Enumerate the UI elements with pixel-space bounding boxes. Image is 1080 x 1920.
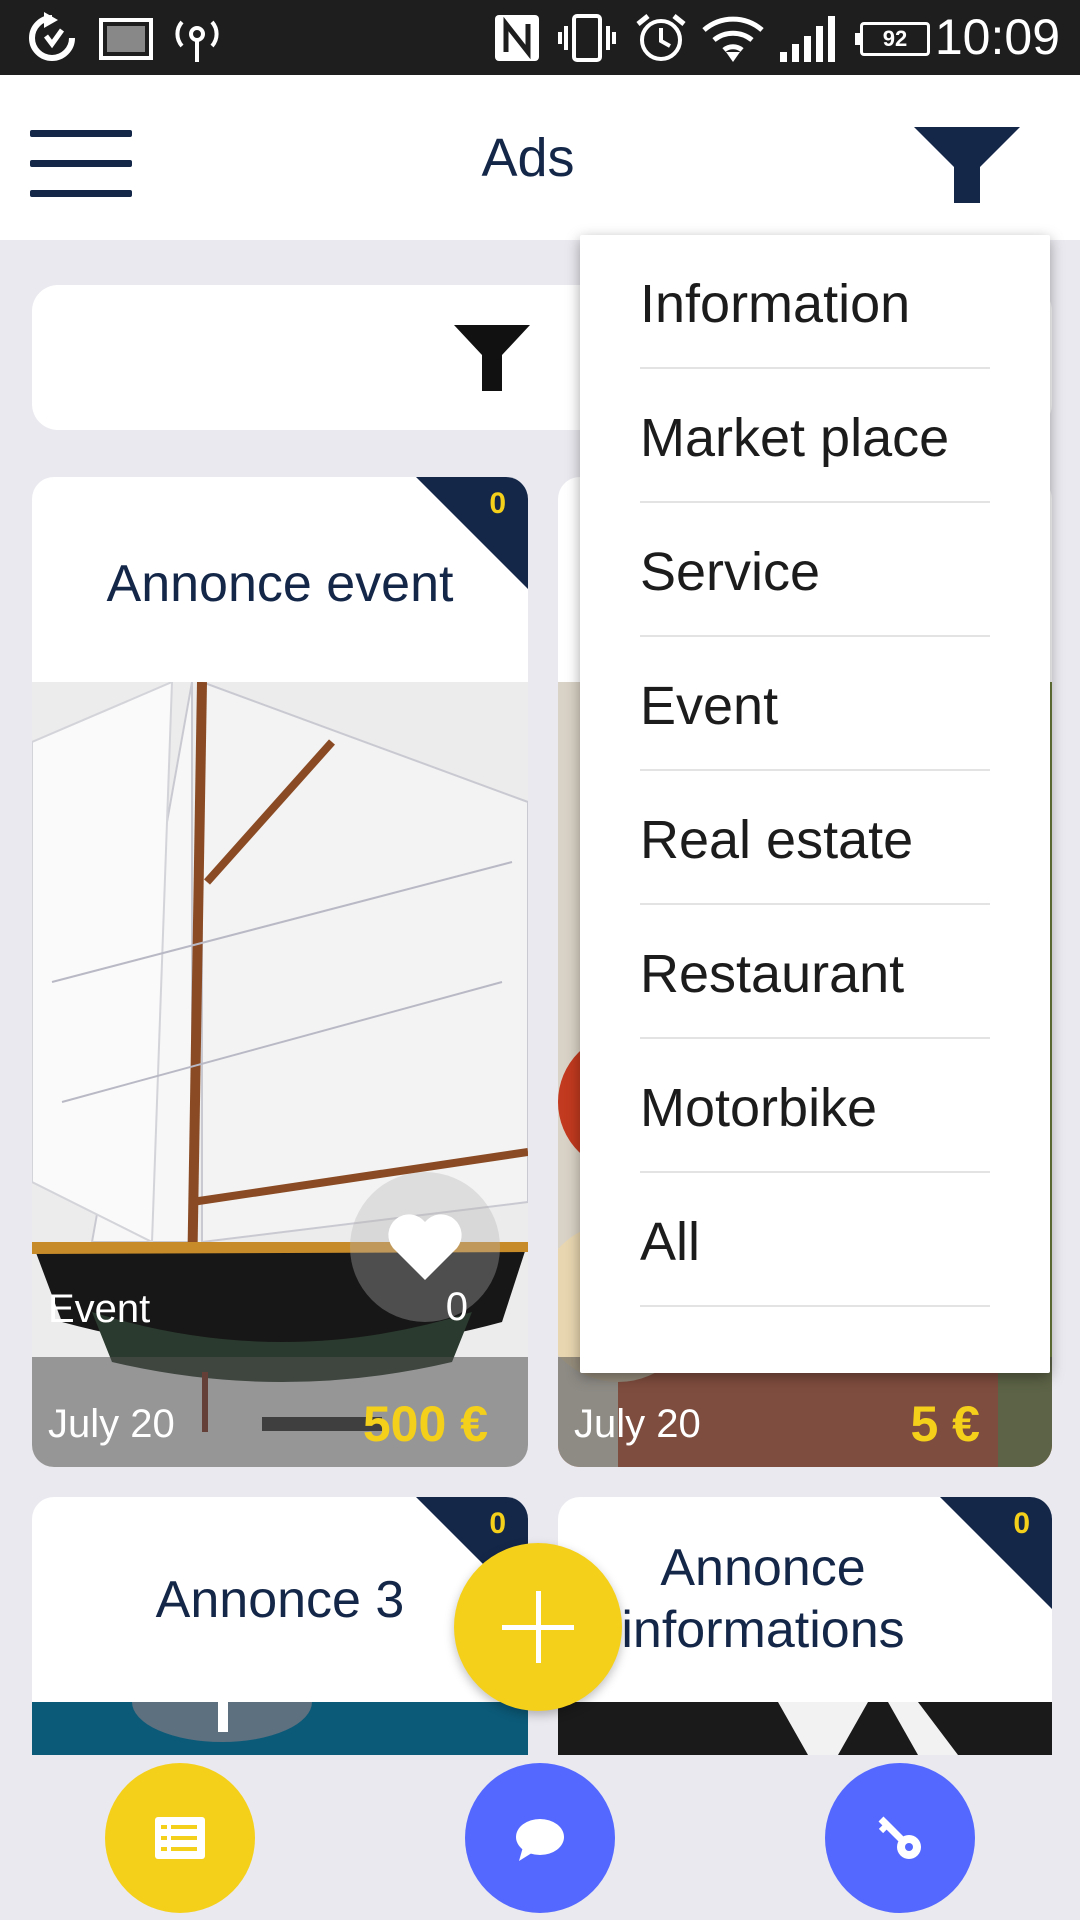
ad-count: 0 <box>489 487 506 520</box>
add-ad-button[interactable] <box>454 1543 622 1711</box>
sync-icon <box>29 12 75 61</box>
menu-item-label: Information <box>640 274 911 334</box>
battery-icon: 92 <box>855 22 930 56</box>
menu-item-label: Service <box>640 542 821 602</box>
battery-level: 92 <box>882 26 908 51</box>
category-label: Event <box>48 1287 151 1331</box>
menu-item-service[interactable]: Service <box>640 503 990 637</box>
vibrate-icon <box>558 14 616 62</box>
list-icon <box>155 1817 205 1859</box>
hotspot-icon <box>175 20 219 62</box>
ad-price: 5 € <box>910 1396 980 1452</box>
corner-badge <box>940 1497 1052 1609</box>
menu-item-real-estate[interactable]: Real estate <box>640 771 990 905</box>
like-count: 0 <box>445 1285 468 1329</box>
card-image <box>558 1702 1052 1755</box>
ad-price: 500 € <box>362 1396 488 1452</box>
ad-date: July 20 <box>48 1402 175 1446</box>
nav-list-button[interactable] <box>105 1763 255 1913</box>
sailboat-image <box>32 682 528 1467</box>
menu-item-motorbike[interactable]: Motorbike <box>640 1039 990 1173</box>
card-image <box>32 1702 528 1755</box>
menu-item-information[interactable]: Information <box>640 235 990 369</box>
menu-item-label: Restaurant <box>640 944 905 1004</box>
status-bar: 92 10:09 <box>0 0 1080 75</box>
menu-item-event[interactable]: Event <box>640 637 990 771</box>
like-button[interactable] <box>350 1172 500 1322</box>
menu-item-label: Event <box>640 676 779 736</box>
ad-count: 0 <box>489 1507 506 1540</box>
nav-chat-button[interactable] <box>465 1763 615 1913</box>
app-bar: Ads <box>0 75 1080 240</box>
ad-card[interactable]: Annonce informations 0 <box>558 1497 1052 1755</box>
heart-icon <box>388 1214 462 1280</box>
page-title: Ads <box>481 128 575 188</box>
funnel-icon[interactable] <box>912 125 1022 205</box>
ad-date: July 20 <box>574 1402 701 1446</box>
alarm-icon <box>636 14 686 61</box>
chat-icon <box>516 1819 564 1861</box>
category-dropdown-menu: Information Market place Service Event R… <box>580 235 1050 1373</box>
menu-item-all[interactable]: All <box>640 1173 990 1307</box>
signal-icon <box>780 16 835 62</box>
menu-item-label: All <box>640 1212 701 1272</box>
menu-item-market-place[interactable]: Market place <box>640 369 990 503</box>
menu-item-label: Market place <box>640 408 950 468</box>
menu-item-restaurant[interactable]: Restaurant <box>640 905 990 1039</box>
image-icon <box>99 18 153 60</box>
nav-key-button[interactable] <box>825 1763 975 1913</box>
clock: 10:09 <box>934 9 1060 65</box>
ad-count: 0 <box>1013 1507 1030 1540</box>
menu-item-label: Real estate <box>640 810 914 870</box>
ad-card[interactable]: Annonce event 0 Event 0 July 20 500 € <box>32 477 528 1467</box>
nfc-icon <box>495 15 539 61</box>
key-icon <box>878 1816 921 1859</box>
wifi-icon <box>702 16 764 62</box>
menu-item-label: Motorbike <box>640 1078 878 1138</box>
corner-badge <box>416 477 528 589</box>
funnel-icon <box>454 325 530 391</box>
ad-title: Annonce informations <box>621 1539 905 1659</box>
